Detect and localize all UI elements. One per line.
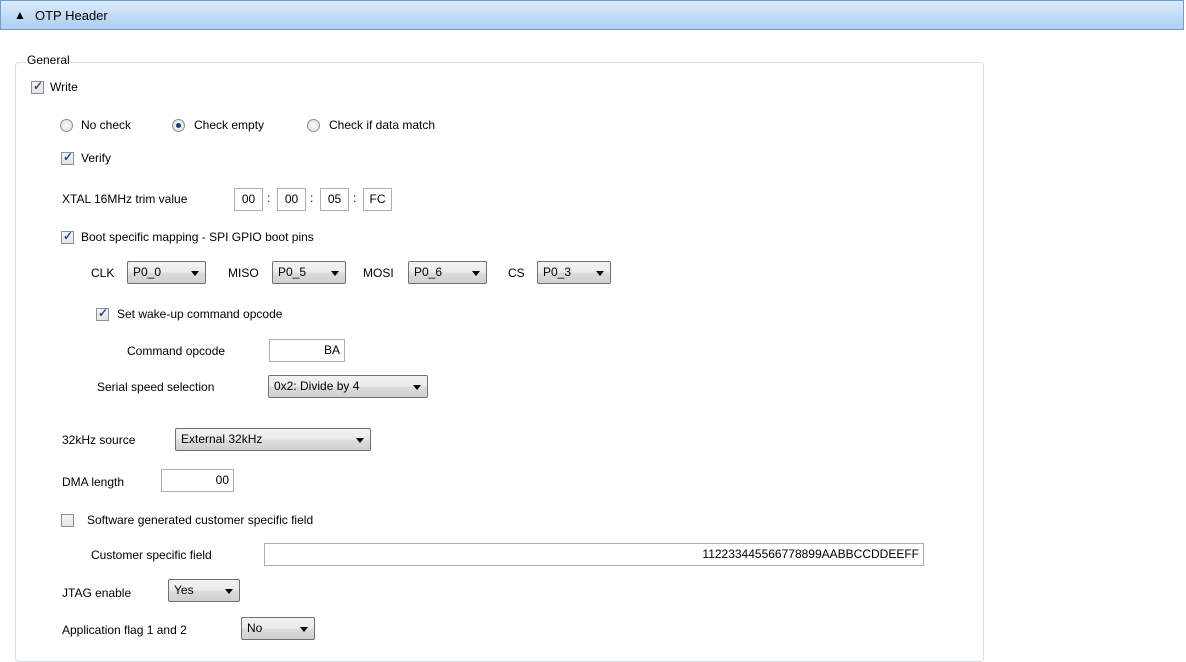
xtal-separator: : (353, 191, 357, 205)
command-opcode-input[interactable]: BA (269, 339, 345, 362)
checkmark-icon: ✓ (98, 306, 109, 320)
checkmark-icon: ✓ (63, 229, 74, 243)
chevron-down-icon (356, 438, 364, 443)
general-legend: General (26, 53, 71, 67)
command-opcode-label: Command opcode (127, 344, 226, 358)
source-32k-label: 32kHz source (62, 433, 136, 447)
jtag-label: JTAG enable (62, 586, 132, 600)
chevron-down-icon (472, 271, 480, 276)
verify-label: Verify (81, 151, 112, 165)
app-flag-select[interactable]: No (241, 617, 315, 640)
customer-field-input[interactable]: 112233445566778899AABBCCDDEEFF (264, 543, 924, 566)
xtal-byte-3-input[interactable]: 05 (320, 188, 349, 211)
chevron-down-icon (331, 271, 339, 276)
sw-customer-checkbox[interactable] (61, 514, 74, 527)
check-empty-label: Check empty (194, 118, 265, 132)
clk-select[interactable]: P0_0 (127, 261, 206, 284)
check-empty-radio[interactable] (172, 119, 185, 132)
wakeup-label: Set wake-up command opcode (117, 307, 283, 321)
chevron-down-icon (596, 271, 604, 276)
collapse-triangle-icon[interactable]: ▲ (14, 8, 26, 22)
boot-mapping-checkbox[interactable]: ✓ (61, 229, 74, 244)
checkmark-icon: ✓ (63, 150, 74, 164)
verify-checkbox[interactable]: ✓ (61, 150, 74, 165)
chevron-down-icon (300, 627, 308, 632)
check-data-match-label: Check if data match (329, 118, 436, 132)
chevron-down-icon (225, 589, 233, 594)
miso-select[interactable]: P0_5 (272, 261, 346, 284)
boot-mapping-label: Boot specific mapping - SPI GPIO boot pi… (81, 230, 314, 244)
wakeup-checkbox[interactable]: ✓ (96, 306, 109, 321)
mosi-value: P0_6 (414, 265, 443, 279)
checkmark-icon: ✓ (33, 79, 44, 93)
otp-header-bar[interactable]: ▲ OTP Header (0, 0, 1184, 30)
customer-field-label: Customer specific field (91, 548, 212, 562)
source-32k-select[interactable]: External 32kHz (175, 428, 371, 451)
app-flag-value: No (247, 621, 263, 635)
mosi-select[interactable]: P0_6 (408, 261, 487, 284)
no-check-label: No check (81, 118, 132, 132)
no-check-radio[interactable] (60, 119, 73, 132)
jtag-value: Yes (174, 583, 194, 597)
serial-speed-label: Serial speed selection (97, 380, 215, 394)
section-title: OTP Header (35, 8, 108, 23)
sw-customer-label: Software generated customer specific fie… (87, 513, 314, 527)
cs-value: P0_3 (543, 265, 572, 279)
xtal-separator: : (310, 191, 314, 205)
write-label: Write (50, 80, 78, 94)
cs-select[interactable]: P0_3 (537, 261, 611, 284)
check-data-match-radio[interactable] (307, 119, 320, 132)
serial-speed-select[interactable]: 0x2: Divide by 4 (268, 375, 428, 398)
write-checkbox[interactable]: ✓ (31, 79, 44, 94)
chevron-down-icon (191, 271, 199, 276)
dma-length-input[interactable]: 00 (161, 469, 234, 492)
cs-label: CS (508, 266, 525, 280)
app-flag-label: Application flag 1 and 2 (62, 623, 187, 637)
clk-label: CLK (91, 266, 115, 280)
miso-value: P0_5 (278, 265, 307, 279)
miso-label: MISO (228, 266, 259, 280)
xtal-byte-1-input[interactable]: 00 (234, 188, 263, 211)
serial-speed-value: 0x2: Divide by 4 (274, 379, 360, 393)
mosi-label: MOSI (363, 266, 394, 280)
xtal-byte-2-input[interactable]: 00 (277, 188, 306, 211)
xtal-trim-label: XTAL 16MHz trim value (62, 192, 188, 206)
chevron-down-icon (413, 385, 421, 390)
dma-length-label: DMA length (62, 475, 125, 489)
source-32k-value: External 32kHz (181, 432, 263, 446)
xtal-separator: : (267, 191, 271, 205)
jtag-select[interactable]: Yes (168, 579, 240, 602)
xtal-byte-4-input[interactable]: FC (363, 188, 392, 211)
clk-value: P0_0 (133, 265, 162, 279)
general-groupbox (15, 62, 984, 662)
